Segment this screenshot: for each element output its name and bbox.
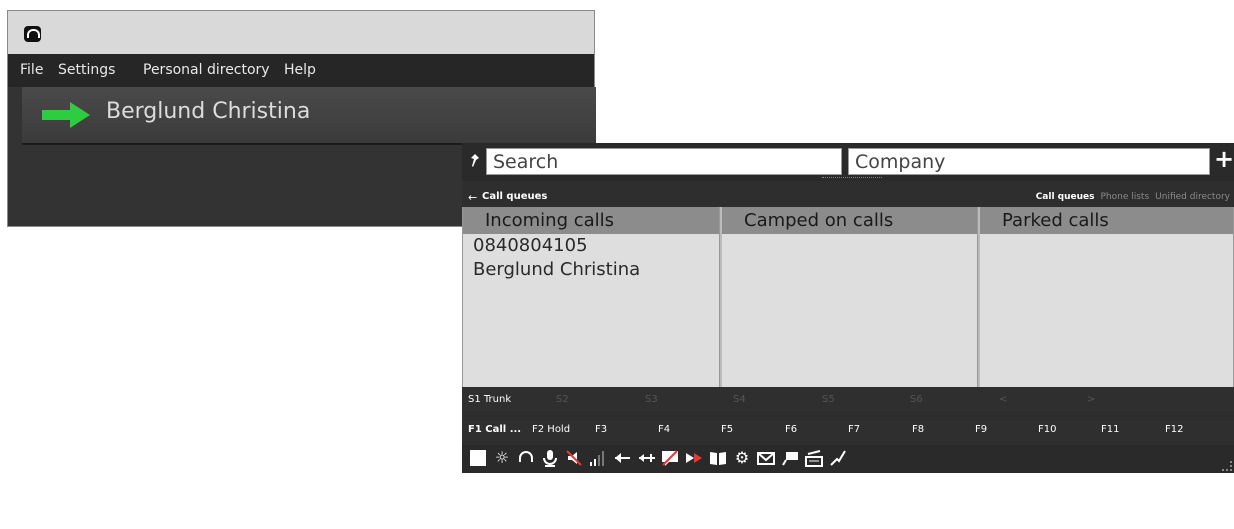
headset-icon[interactable] (516, 448, 536, 468)
fkey-f1[interactable]: F1 Call ... (468, 424, 521, 435)
trunk-slots-row: S1 Trunk S2 S3 S4 S5 S6 < > (462, 389, 1234, 411)
search-row: + (462, 143, 1234, 181)
fkey-f12[interactable]: F12 (1165, 424, 1183, 435)
no-message-icon[interactable] (660, 448, 680, 468)
slot-s3[interactable]: S3 (645, 394, 658, 405)
fkey-f4[interactable]: F4 (658, 424, 670, 435)
slot-s5[interactable]: S5 (822, 394, 835, 405)
forward-icon[interactable] (684, 448, 704, 468)
slot-prev[interactable]: < (999, 394, 1007, 405)
function-keys-row: F1 Call ... F2 Hold F3 F4 F5 F6 F7 F8 F9… (462, 419, 1234, 441)
menu-personal-directory[interactable]: Personal directory (143, 62, 270, 78)
action-toolbar: ☼ ⚙ (462, 445, 1234, 473)
title-bar (8, 11, 594, 54)
fkey-f5[interactable]: F5 (721, 424, 733, 435)
add-icon[interactable]: + (1214, 145, 1234, 173)
fkey-f3[interactable]: F3 (595, 424, 607, 435)
company-input[interactable] (848, 148, 1210, 175)
parked-calls-header: Parked calls (980, 207, 1233, 234)
camped-calls-header: Camped on calls (722, 207, 977, 234)
slot-s2[interactable]: S2 (556, 394, 569, 405)
view-tabs: Call queues Phone lists Unified directory (1030, 192, 1230, 202)
speaker-mute-icon[interactable] (564, 448, 584, 468)
back-arrow-icon[interactable]: ← (468, 191, 477, 204)
slot-s4[interactable]: S4 (733, 394, 746, 405)
fkey-f9[interactable]: F9 (975, 424, 987, 435)
fkey-f10[interactable]: F10 (1038, 424, 1056, 435)
brightness-icon[interactable]: ☼ (492, 448, 512, 468)
incoming-calls-header: Incoming calls (463, 207, 719, 234)
fkey-f2[interactable]: F2 Hold (532, 424, 570, 435)
conference-icon[interactable] (636, 448, 656, 468)
signal-icon[interactable] (588, 448, 608, 468)
parked-calls-column: Parked calls (978, 207, 1234, 387)
section-title: Call queues (482, 191, 548, 202)
queues-area: Incoming calls 0840804105 Berglund Chris… (462, 207, 1234, 529)
tab-unified-directory[interactable]: Unified directory (1155, 192, 1230, 202)
incoming-calls-column: Incoming calls 0840804105 Berglund Chris… (462, 207, 720, 387)
fkey-f11[interactable]: F11 (1101, 424, 1119, 435)
window-resize-grip[interactable] (1222, 461, 1232, 471)
menu-settings[interactable]: Settings (58, 62, 115, 78)
slot-s1[interactable]: S1 Trunk (468, 394, 511, 405)
camped-calls-column: Camped on calls (720, 207, 978, 387)
pin-icon[interactable] (469, 154, 479, 168)
incoming-call-number[interactable]: 0840804105 (463, 234, 719, 258)
square-icon[interactable] (468, 448, 488, 468)
fkey-f7[interactable]: F7 (848, 424, 860, 435)
incoming-arrow-icon (42, 102, 90, 128)
incoming-call-name[interactable]: Berglund Christina (463, 258, 719, 282)
caller-name: Berglund Christina (106, 99, 311, 124)
menu-file[interactable]: File (20, 62, 43, 78)
tab-phone-lists[interactable]: Phone lists (1101, 192, 1150, 202)
fkey-f6[interactable]: F6 (785, 424, 797, 435)
menu-help[interactable]: Help (284, 62, 316, 78)
chat-icon[interactable] (780, 448, 800, 468)
mail-icon[interactable] (756, 448, 776, 468)
menu-bar: File Settings Personal directory Help (8, 54, 594, 87)
transfer-icon[interactable] (612, 448, 632, 468)
active-call-panel[interactable]: Berglund Christina (22, 87, 596, 145)
call-queues-window: + ← Call queues Call queues Phone lists Un… (462, 143, 1234, 473)
slot-s6[interactable]: S6 (910, 394, 923, 405)
slot-next[interactable]: > (1087, 394, 1095, 405)
book-icon[interactable] (708, 448, 728, 468)
search-input[interactable] (486, 148, 842, 175)
resize-handle[interactable] (822, 177, 882, 181)
settings-icon[interactable]: ⚙ (732, 448, 752, 468)
section-header: ← Call queues Call queues Phone lists Unif… (462, 187, 1234, 207)
tab-call-queues[interactable]: Call queues (1036, 192, 1095, 202)
line-icon[interactable] (828, 448, 848, 468)
app-headset-icon (24, 26, 41, 42)
keyboard-icon[interactable] (804, 448, 824, 468)
fkey-f8[interactable]: F8 (912, 424, 924, 435)
microphone-icon[interactable] (540, 448, 560, 468)
